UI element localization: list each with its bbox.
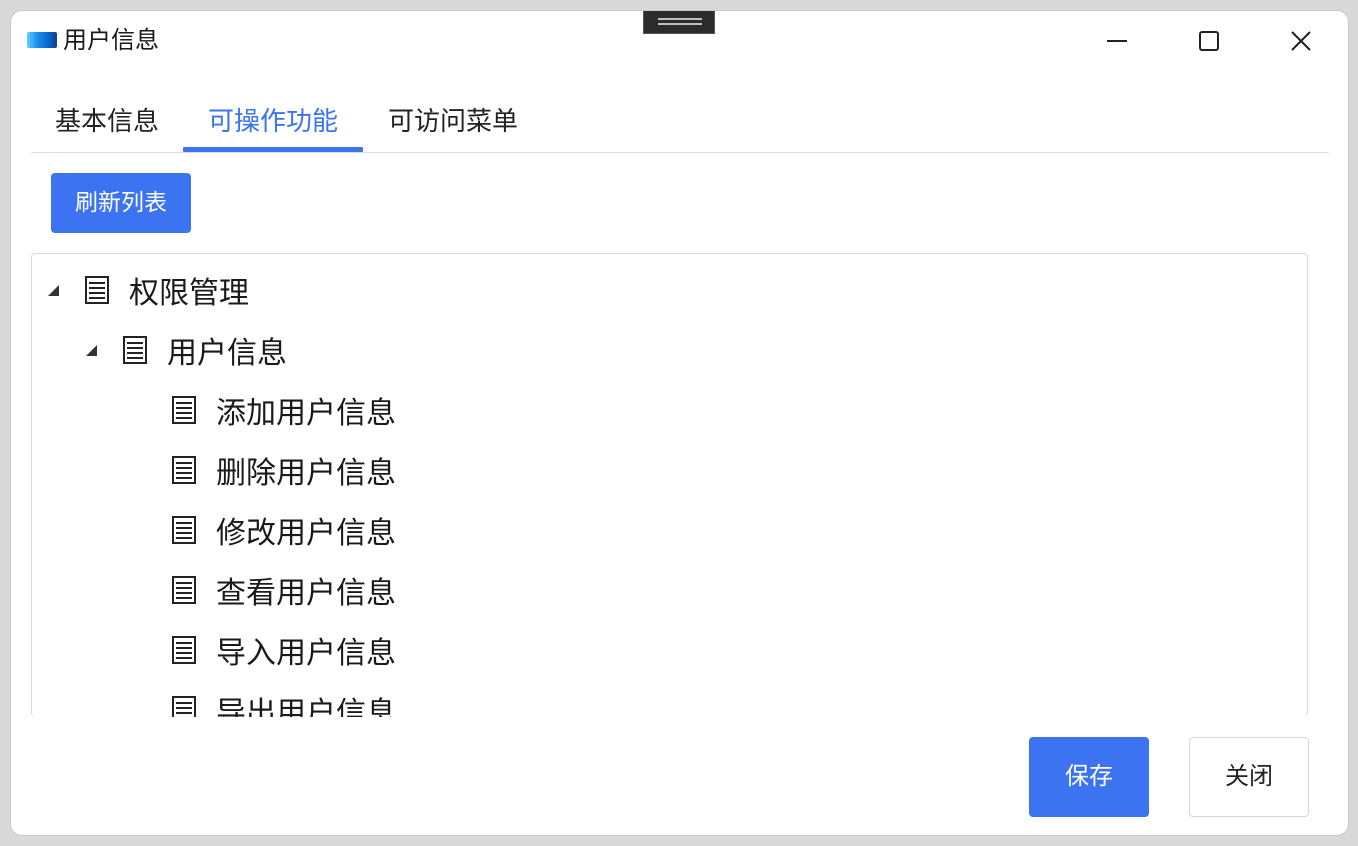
tree-node[interactable]: 导入用户信息	[172, 620, 396, 680]
tree-node[interactable]: 添加用户信息	[172, 380, 396, 440]
tree-node-label: 用户信息	[167, 336, 287, 371]
document-icon	[172, 456, 196, 484]
minimize-button[interactable]	[1087, 19, 1147, 63]
tree-node-label: 导入用户信息	[216, 636, 396, 671]
window-title: 用户信息	[63, 26, 159, 54]
tab-basic-info[interactable]: 基本信息	[31, 105, 183, 153]
tab-operable-functions[interactable]: 可操作功能	[183, 105, 363, 153]
tree-node-label: 导出用户信息	[216, 696, 396, 717]
expand-arrow-icon[interactable]	[48, 284, 59, 296]
tree-node-label: 查看用户信息	[216, 576, 396, 611]
close-button[interactable]: 关闭	[1189, 737, 1309, 817]
tree-node-label: 删除用户信息	[216, 456, 396, 491]
save-button[interactable]: 保存	[1029, 737, 1149, 817]
maximize-icon	[1199, 31, 1219, 51]
tab-accessible-menus[interactable]: 可访问菜单	[363, 105, 543, 153]
tree-node[interactable]: 用户信息	[86, 320, 287, 380]
tree-node-label: 添加用户信息	[216, 396, 396, 431]
title-bar[interactable]: 用户信息	[11, 11, 1348, 69]
dialog-window: 用户信息 基本信息 可操作功能 可访问菜单 刷新列表 权限管理 用户信息 添加用…	[10, 10, 1349, 836]
tree-node[interactable]: 权限管理	[48, 260, 249, 320]
document-icon	[172, 576, 196, 604]
tab-bar: 基本信息 可操作功能 可访问菜单	[31, 97, 1329, 153]
app-icon	[27, 32, 57, 48]
document-icon	[172, 516, 196, 544]
tree-node[interactable]: 查看用户信息	[172, 560, 396, 620]
minimize-icon	[1107, 40, 1127, 42]
tree-node[interactable]: 导出用户信息	[172, 680, 396, 717]
tree-node-label: 修改用户信息	[216, 516, 396, 551]
document-icon	[172, 396, 196, 424]
tree-node[interactable]: 修改用户信息	[172, 500, 396, 560]
close-icon	[1291, 31, 1311, 51]
close-window-button[interactable]	[1271, 19, 1331, 63]
expand-arrow-icon[interactable]	[86, 344, 97, 356]
permission-tree[interactable]: 权限管理 用户信息 添加用户信息 删除用户信息 修改用户信息 查看用户信息 导入…	[31, 253, 1308, 717]
active-tab-indicator	[183, 147, 363, 152]
document-icon	[123, 336, 147, 364]
document-icon	[172, 636, 196, 664]
maximize-button[interactable]	[1179, 19, 1239, 63]
document-icon	[172, 696, 196, 717]
refresh-list-button[interactable]: 刷新列表	[51, 173, 191, 233]
tree-node[interactable]: 删除用户信息	[172, 440, 396, 500]
document-icon	[85, 276, 109, 304]
tree-node-label: 权限管理	[129, 276, 249, 311]
